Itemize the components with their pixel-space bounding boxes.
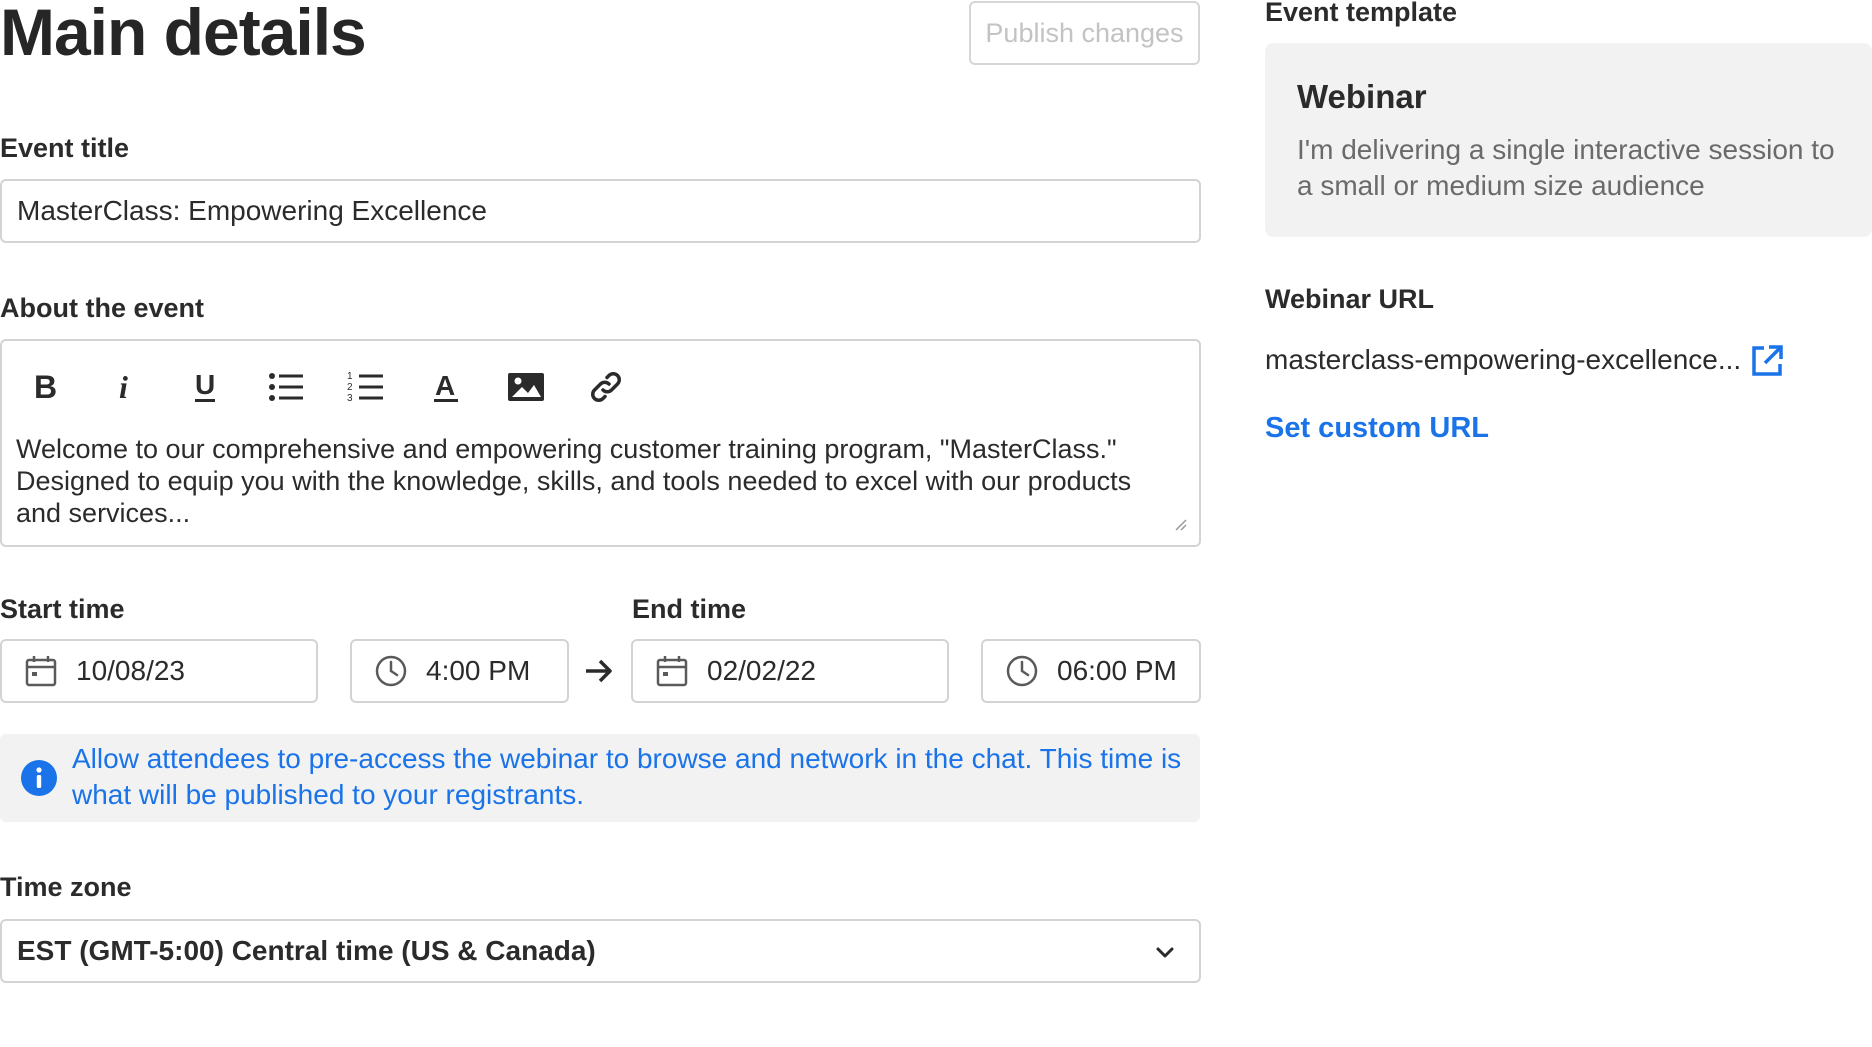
end-time-value: 06:00 PM [1057, 655, 1177, 686]
svg-text:3: 3 [347, 393, 353, 404]
link-icon[interactable] [582, 363, 630, 411]
start-time-value: 4:00 PM [426, 655, 531, 686]
publish-changes-button[interactable]: Publish changes [969, 1, 1200, 65]
chevron-down-icon [1156, 947, 1174, 958]
svg-text:1: 1 [347, 371, 353, 382]
calendar-icon [656, 656, 688, 687]
clock-icon [1006, 655, 1038, 687]
svg-text:U: U [195, 369, 215, 400]
text-color-icon[interactable]: A [422, 363, 470, 411]
template-description: I'm delivering a single interactive sess… [1297, 134, 1835, 201]
start-time-input[interactable]: 4:00 PM [350, 639, 569, 703]
start-time-label: Start time [0, 594, 125, 624]
page-title: Main details [0, 0, 367, 69]
info-icon [21, 760, 57, 796]
bullet-list-icon[interactable] [262, 363, 310, 411]
event-title-input[interactable]: MasterClass: Empowering Excellence [0, 179, 1201, 243]
clock-icon [375, 655, 407, 687]
svg-text:B: B [34, 369, 57, 405]
event-title-label: Event title [0, 133, 130, 163]
editor-toolbar: B i U 1 2 3 A [22, 363, 662, 411]
bold-icon[interactable]: B [22, 363, 70, 411]
svg-text:2: 2 [347, 382, 353, 393]
end-date-input[interactable]: 02/02/22 [631, 639, 949, 703]
set-custom-url-link[interactable]: Set custom URL [1265, 412, 1489, 445]
svg-text:i: i [119, 369, 128, 405]
about-event-label: About the event [0, 293, 205, 323]
webinar-url-label: Webinar URL [1265, 284, 1435, 314]
svg-text:A: A [435, 370, 455, 401]
webinar-url-value: masterclass-empowering-excellence... [1265, 344, 1742, 375]
event-template-label: Event template [1265, 0, 1458, 27]
end-date-value: 02/02/22 [707, 655, 816, 686]
time-zone-label: Time zone [0, 872, 132, 902]
event-title-value: MasterClass: Empowering Excellence [17, 195, 487, 226]
underline-icon[interactable]: U [182, 363, 230, 411]
numbered-list-icon[interactable]: 1 2 3 [342, 363, 390, 411]
start-date-input[interactable]: 10/08/23 [0, 639, 318, 703]
end-time-label: End time [632, 594, 747, 624]
resize-handle-icon[interactable] [1171, 515, 1187, 531]
time-zone-select[interactable]: EST (GMT-5:00) Central time (US & Canada… [0, 919, 1201, 983]
start-date-value: 10/08/23 [76, 655, 185, 686]
end-time-input[interactable]: 06:00 PM [981, 639, 1201, 703]
calendar-icon [25, 656, 57, 687]
italic-icon[interactable]: i [102, 363, 150, 411]
image-icon[interactable] [502, 363, 550, 411]
template-name: Webinar [1297, 78, 1427, 115]
time-zone-value: EST (GMT-5:00) Central time (US & Canada… [17, 935, 596, 966]
external-link-icon[interactable] [1749, 343, 1785, 379]
info-banner-text: Allow attendees to pre-access the webina… [72, 743, 1182, 810]
arrow-right-icon [586, 659, 612, 683]
about-event-text: Welcome to our comprehensive and empower… [16, 434, 1132, 528]
